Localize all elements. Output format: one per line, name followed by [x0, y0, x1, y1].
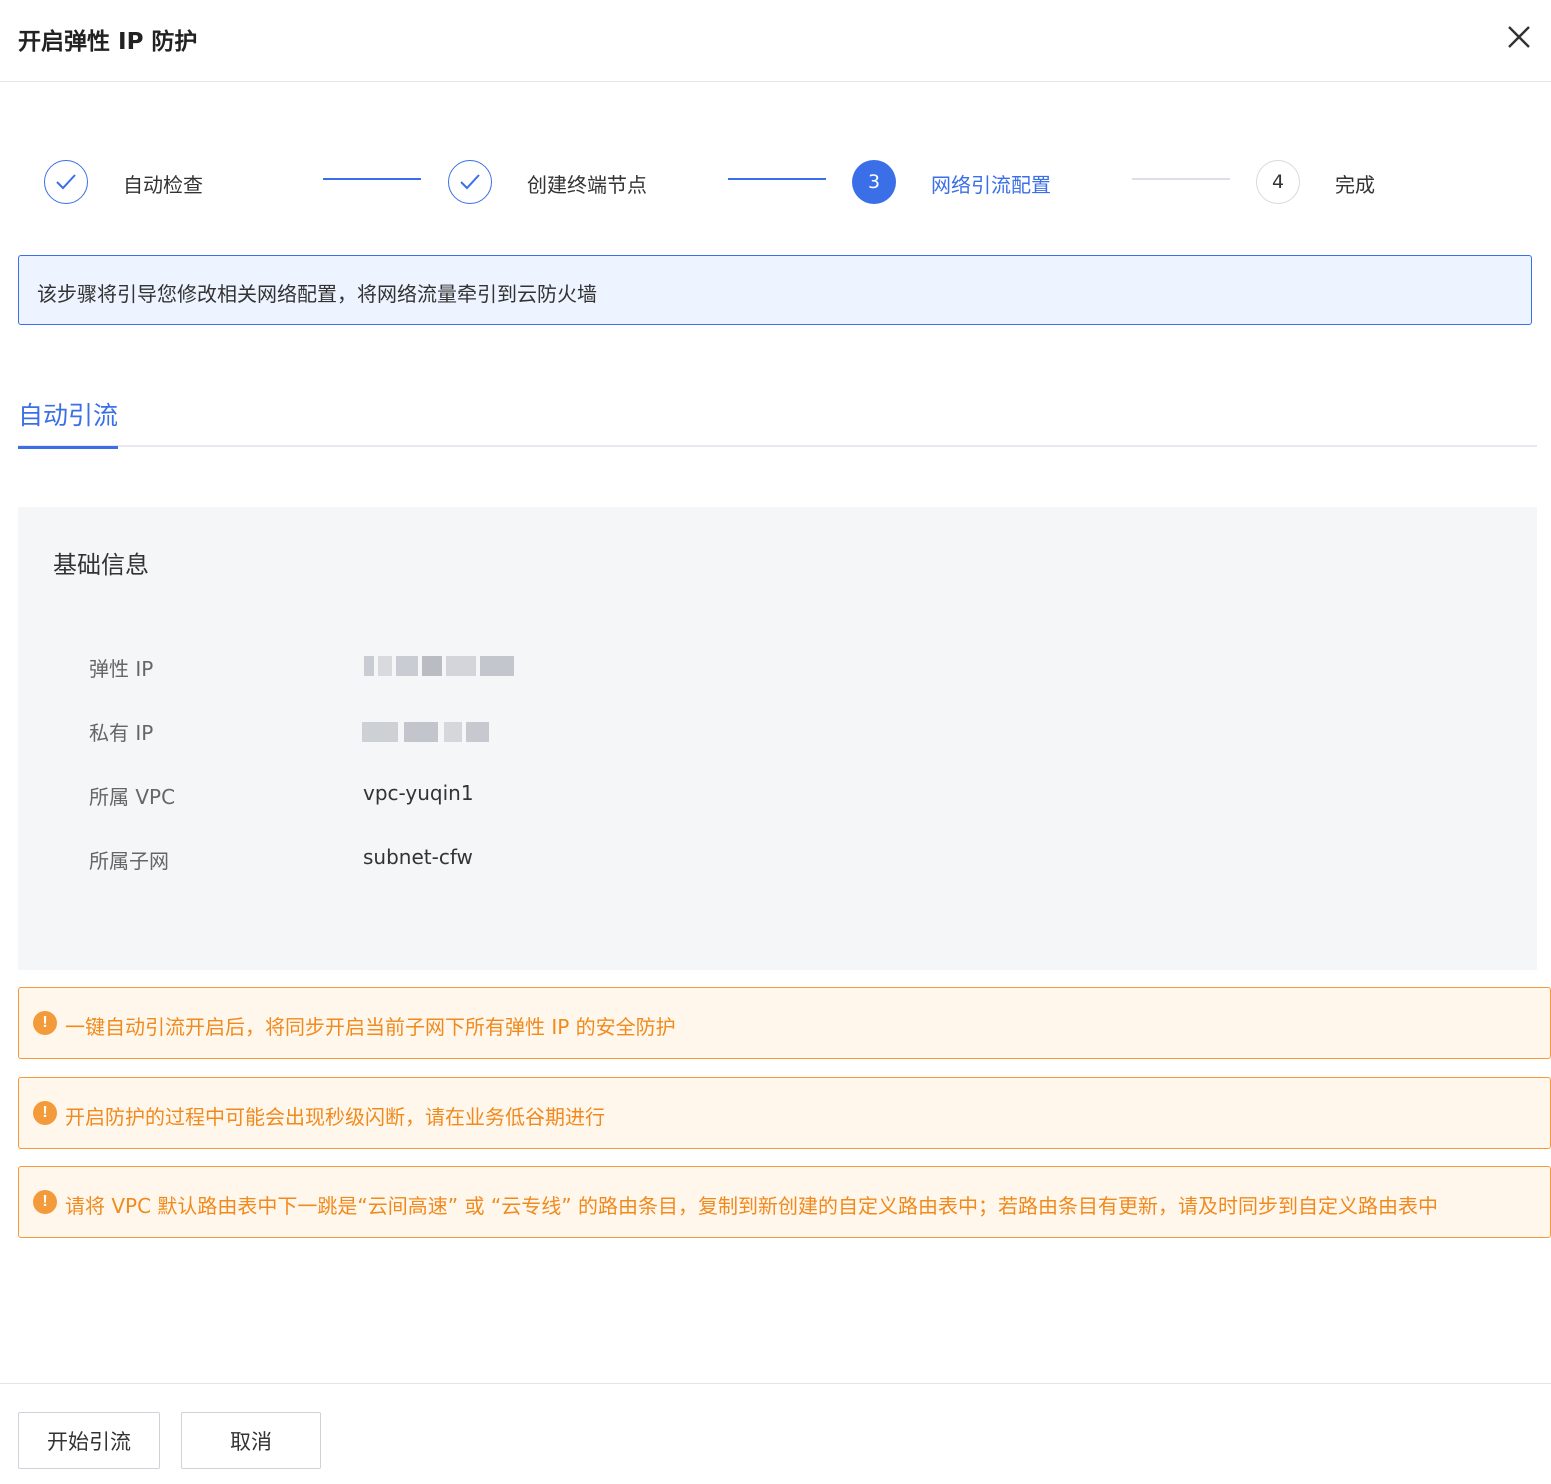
- dialog-footer: 开始引流 取消: [0, 1383, 1551, 1484]
- step-2-check-icon: [448, 160, 492, 204]
- warning-text: 开启防护的过程中可能会出现秒级闪断，请在业务低谷期进行: [65, 1105, 605, 1129]
- warning-alert: ! 请将 VPC 默认路由表中下一跳是“云间高速” 或 “云专线” 的路由条目，…: [18, 1166, 1551, 1238]
- tab-auto-diversion[interactable]: 自动引流: [18, 396, 119, 449]
- eip-value-redacted: [364, 656, 514, 676]
- cancel-button[interactable]: 取消: [181, 1412, 321, 1469]
- field-value-subnet: subnet-cfw: [363, 845, 473, 869]
- warning-alert: ! 一键自动引流开启后，将同步开启当前子网下所有弹性 IP 的安全防护: [18, 987, 1551, 1059]
- step-3-number: 3: [852, 160, 896, 204]
- warning-icon: !: [33, 1190, 57, 1214]
- field-label-subnet: 所属子网: [89, 849, 169, 873]
- private-ip-value-redacted: [362, 722, 489, 742]
- step-1-label: 自动检查: [123, 173, 203, 197]
- step-connector: [323, 178, 421, 180]
- dialog-header: 开启弹性 IP 防护: [0, 0, 1551, 82]
- warning-icon: !: [33, 1011, 57, 1035]
- info-banner-text: 该步骤将引导您修改相关网络配置，将网络流量牵引到云防火墙: [37, 282, 597, 306]
- step-2-label: 创建终端节点: [527, 173, 647, 197]
- warning-text: 请将 VPC 默认路由表中下一跳是“云间高速” 或 “云专线” 的路由条目，复制…: [65, 1194, 1438, 1218]
- step-4-label: 完成: [1335, 173, 1375, 197]
- basic-info-title: 基础信息: [53, 551, 149, 579]
- tab-bar: 自动引流: [18, 380, 1537, 449]
- field-label-private-ip: 私有 IP: [89, 721, 154, 745]
- stepper: 自动检查 创建终端节点 3 网络引流配置 4 完成: [0, 150, 1551, 220]
- info-banner: 该步骤将引导您修改相关网络配置，将网络流量牵引到云防火墙: [18, 255, 1532, 325]
- field-label-vpc: 所属 VPC: [89, 785, 176, 809]
- field-value-vpc: vpc-yuqin1: [363, 781, 474, 805]
- dialog-title: 开启弹性 IP 防护: [18, 29, 198, 55]
- step-connector: [728, 178, 826, 180]
- step-3-label: 网络引流配置: [931, 173, 1051, 197]
- close-icon[interactable]: [1502, 20, 1536, 54]
- step-1-check-icon: [44, 160, 88, 204]
- step-4-number: 4: [1256, 160, 1300, 204]
- field-label-eip: 弹性 IP: [89, 657, 154, 681]
- warning-alert: ! 开启防护的过程中可能会出现秒级闪断，请在业务低谷期进行: [18, 1077, 1551, 1149]
- start-diversion-button[interactable]: 开始引流: [18, 1412, 160, 1469]
- basic-info-panel: 基础信息 弹性 IP 私有 IP 所属 VPC vpc-yuqin1 所属子网 …: [18, 507, 1537, 970]
- warning-text: 一键自动引流开启后，将同步开启当前子网下所有弹性 IP 的安全防护: [65, 1015, 676, 1039]
- step-connector: [1132, 178, 1230, 180]
- warning-icon: !: [33, 1101, 57, 1125]
